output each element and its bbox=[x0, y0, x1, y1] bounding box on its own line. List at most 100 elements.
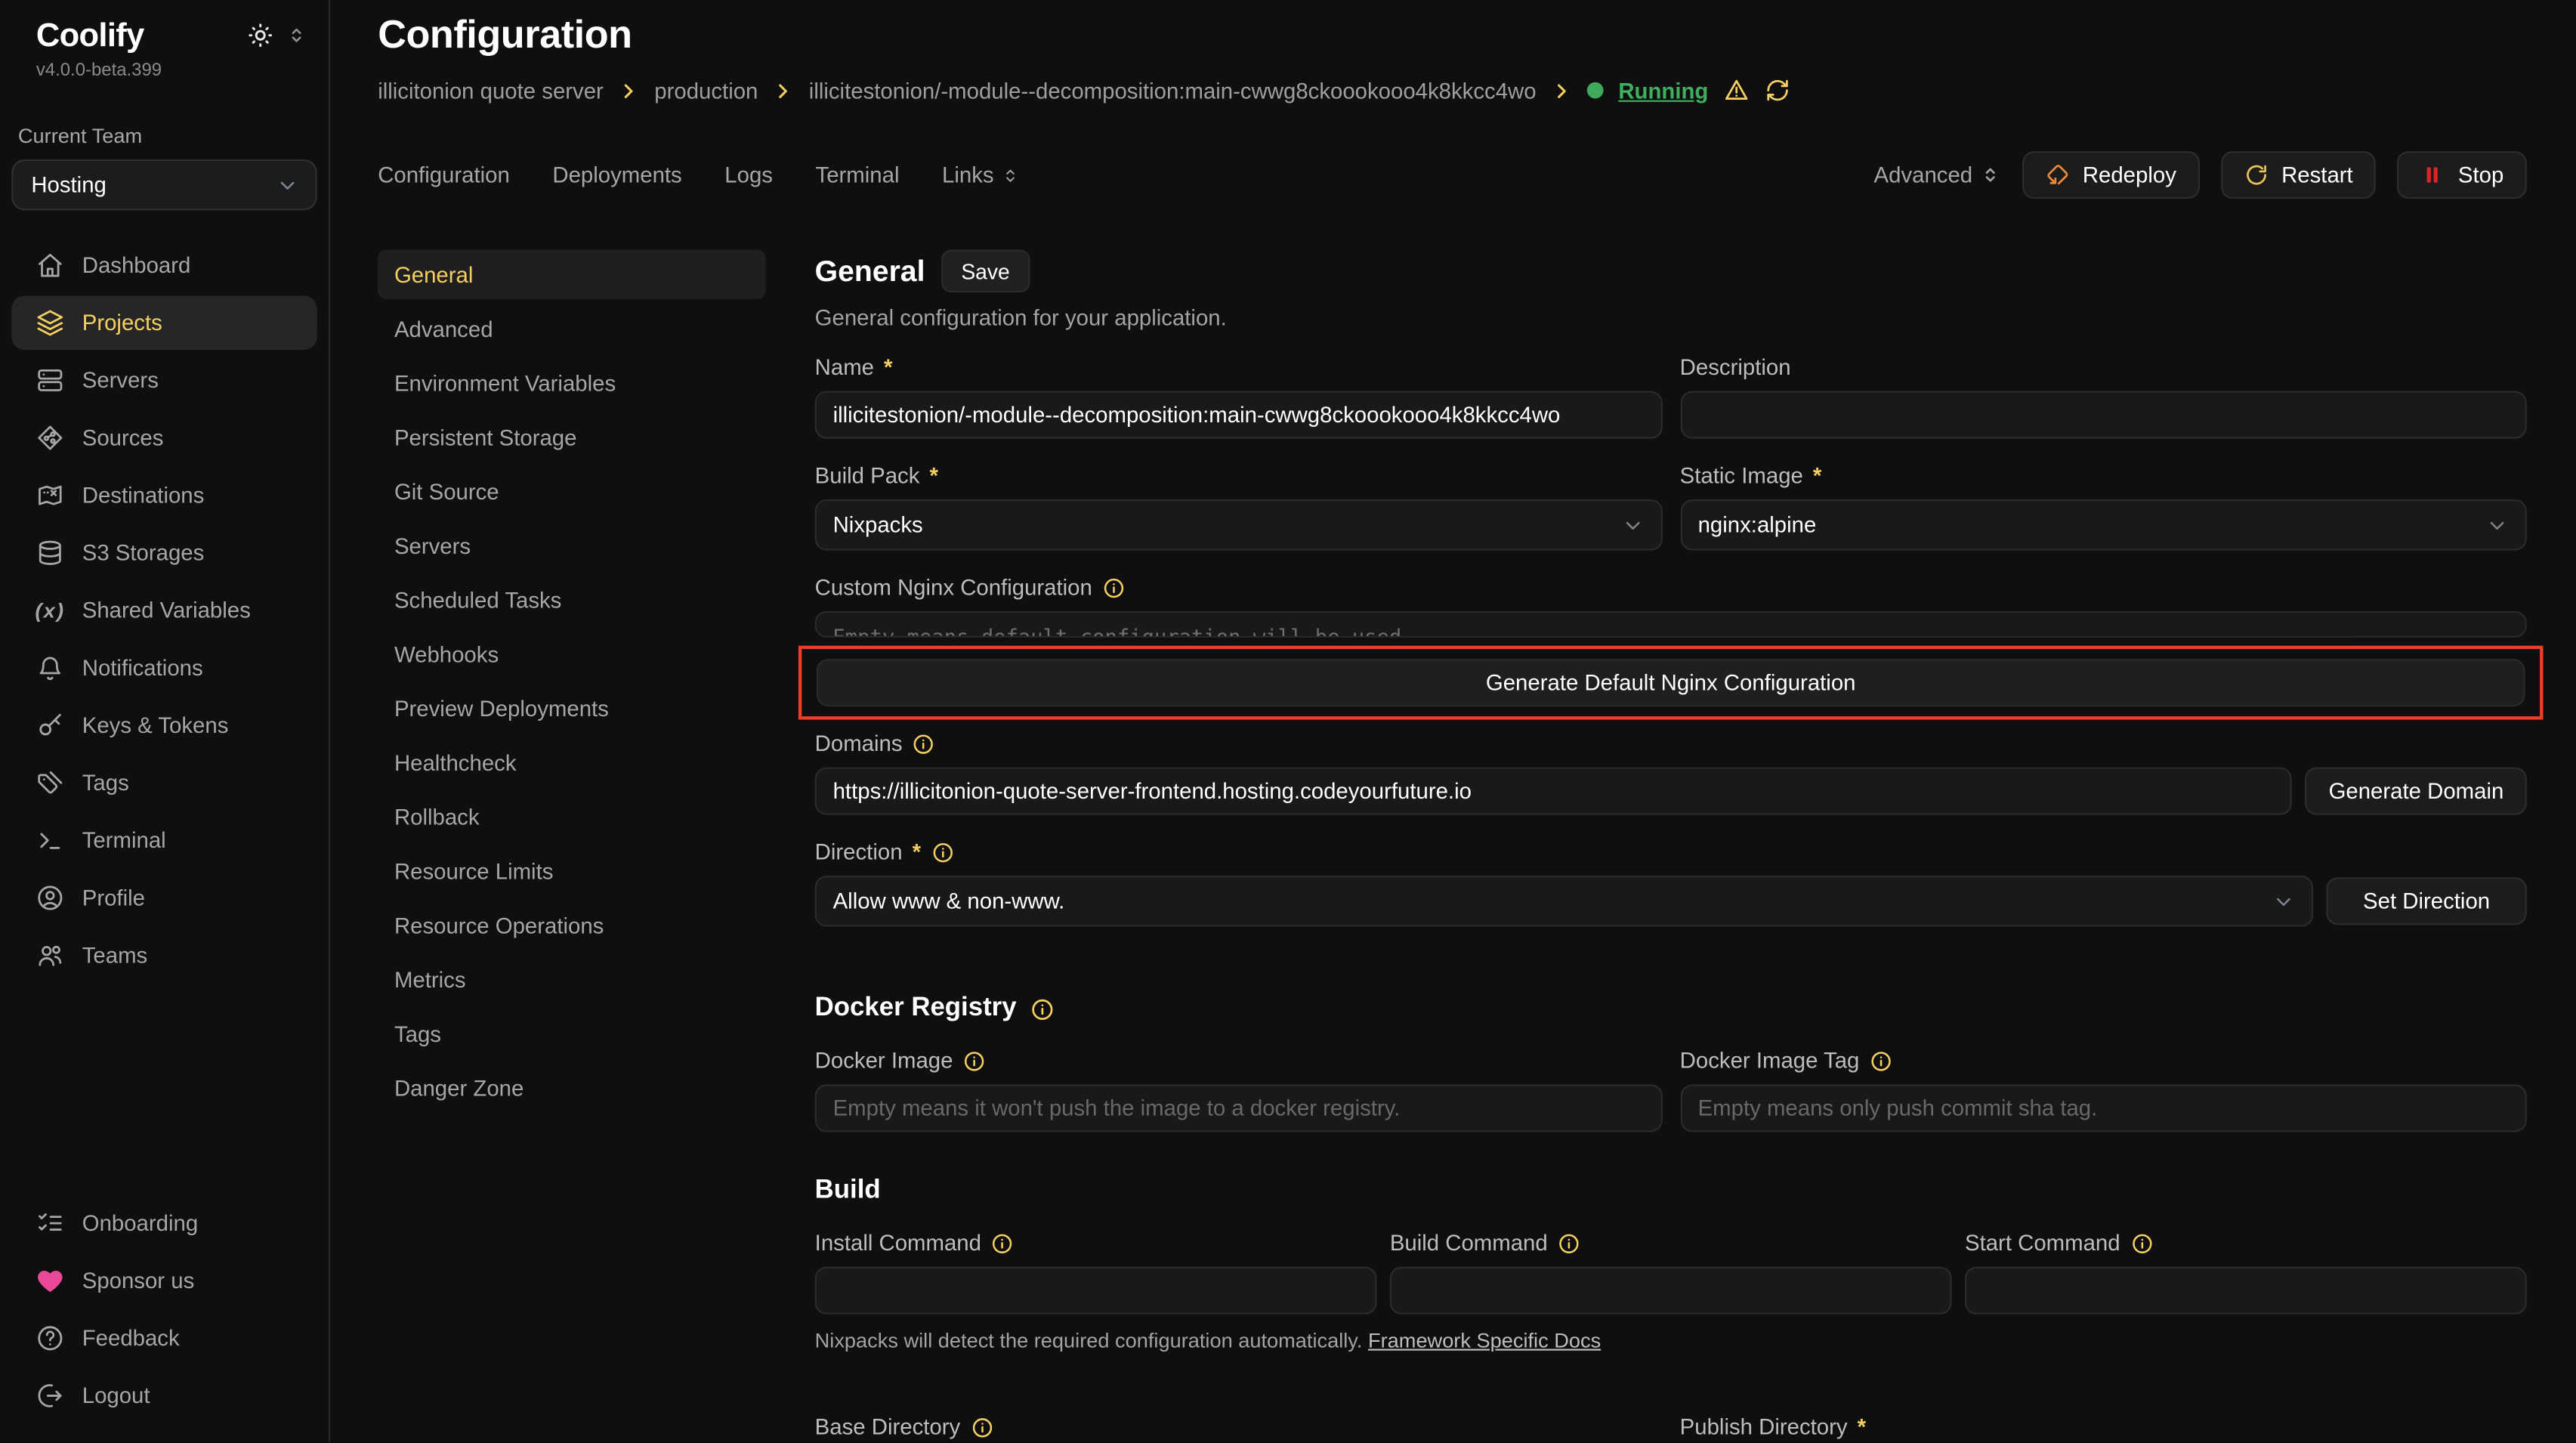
sidebar-item-logout[interactable]: Logout bbox=[11, 1369, 317, 1423]
breadcrumb-item[interactable]: production bbox=[654, 78, 758, 103]
subnav-item-resource-operations[interactable]: Resource Operations bbox=[378, 901, 765, 950]
team-select[interactable]: Hosting bbox=[11, 159, 317, 210]
database-icon bbox=[36, 539, 64, 567]
subnav-item-danger-zone[interactable]: Danger Zone bbox=[378, 1063, 765, 1112]
breadcrumb-item[interactable]: illicitonion quote server bbox=[378, 78, 604, 103]
generate-domain-button[interactable]: Generate Domain bbox=[2306, 768, 2527, 815]
install-command-input[interactable] bbox=[815, 1267, 1377, 1315]
start-command-label: Start Command bbox=[1965, 1231, 2120, 1256]
subnav-item-resource-limits[interactable]: Resource Limits bbox=[378, 846, 765, 895]
info-icon[interactable] bbox=[1030, 997, 1055, 1021]
tab-deployments[interactable]: Deployments bbox=[552, 162, 681, 187]
subnav-item-tags[interactable]: Tags bbox=[378, 1009, 765, 1058]
sidebar-item-keys-tokens[interactable]: Keys & Tokens bbox=[11, 698, 317, 752]
terminal-icon bbox=[36, 827, 64, 854]
subnav-item-healthcheck[interactable]: Healthcheck bbox=[378, 737, 765, 786]
direction-select[interactable]: Allow www & non-www. bbox=[815, 876, 2313, 926]
sidebar-item-servers[interactable]: Servers bbox=[11, 354, 317, 408]
info-icon[interactable] bbox=[970, 1416, 993, 1438]
sidebar-item-profile[interactable]: Profile bbox=[11, 871, 317, 925]
general-form: General Save General configuration for y… bbox=[815, 250, 2527, 1443]
name-input[interactable] bbox=[815, 391, 1662, 439]
subnav-item-preview-deployments[interactable]: Preview Deployments bbox=[378, 684, 765, 733]
breadcrumb-item[interactable]: illicitestonion/-module--decomposition:m… bbox=[809, 78, 1537, 103]
description-input[interactable] bbox=[1680, 391, 2527, 439]
sidebar-item-sponsor-us[interactable]: Sponsor us bbox=[11, 1253, 317, 1308]
subnav-item-metrics[interactable]: Metrics bbox=[378, 955, 765, 1004]
sidebar-item-sources[interactable]: Sources bbox=[11, 411, 317, 465]
description-label: Description bbox=[1680, 355, 1791, 380]
tab-logs[interactable]: Logs bbox=[724, 162, 773, 187]
sidebar-item-projects[interactable]: Projects bbox=[11, 295, 317, 350]
info-icon[interactable] bbox=[1869, 1049, 1892, 1072]
sidebar-item-tags[interactable]: Tags bbox=[11, 755, 317, 810]
subnav-item-environment-variables[interactable]: Environment Variables bbox=[378, 358, 765, 407]
subnav-item-git-source[interactable]: Git Source bbox=[378, 467, 765, 516]
current-team-label: Current Team bbox=[18, 125, 317, 147]
info-icon[interactable] bbox=[1558, 1231, 1580, 1254]
subnav-item-rollback[interactable]: Rollback bbox=[378, 792, 765, 841]
redeploy-button[interactable]: Redeploy bbox=[2022, 151, 2199, 199]
info-icon[interactable] bbox=[1102, 576, 1125, 598]
sidebar-item-feedback[interactable]: Feedback bbox=[11, 1311, 317, 1365]
tab-links[interactable]: Links bbox=[942, 162, 1020, 187]
build-pack-select[interactable]: Nixpacks bbox=[815, 499, 1662, 550]
static-image-select[interactable]: nginx:alpine bbox=[1680, 499, 2527, 550]
sidebar-item-onboarding[interactable]: Onboarding bbox=[11, 1196, 317, 1250]
breadcrumb-chevron-icon bbox=[618, 79, 639, 100]
info-icon[interactable] bbox=[931, 840, 953, 863]
tab-label: Logs bbox=[724, 162, 773, 187]
advanced-dropdown[interactable]: Advanced bbox=[1874, 162, 2001, 187]
redeploy-label: Redeploy bbox=[2083, 162, 2176, 187]
stop-button[interactable]: Stop bbox=[2397, 151, 2526, 199]
framework-docs-link[interactable]: Framework Specific Docs bbox=[1368, 1329, 1601, 1352]
docker-image-tag-input[interactable] bbox=[1680, 1084, 2527, 1132]
docker-image-label: Docker Image bbox=[815, 1048, 953, 1073]
refresh-status-icon[interactable] bbox=[1764, 77, 1790, 104]
subnav-item-webhooks[interactable]: Webhooks bbox=[378, 629, 765, 678]
set-direction-button[interactable]: Set Direction bbox=[2326, 877, 2526, 925]
docker-image-input[interactable] bbox=[815, 1084, 1662, 1132]
info-icon[interactable] bbox=[2130, 1231, 2153, 1254]
static-image-label: Static Image bbox=[1680, 463, 1803, 488]
subnav-item-advanced[interactable]: Advanced bbox=[378, 304, 765, 353]
chevron-down-icon bbox=[2272, 890, 2295, 913]
status-badge[interactable]: Running bbox=[1618, 78, 1708, 103]
info-icon[interactable] bbox=[963, 1049, 986, 1072]
sidebar-item-terminal[interactable]: Terminal bbox=[11, 813, 317, 867]
tab-terminal[interactable]: Terminal bbox=[816, 162, 900, 187]
sidebar-item-dashboard[interactable]: Dashboard bbox=[11, 238, 317, 292]
sidebar-item-destinations[interactable]: Destinations bbox=[11, 468, 317, 523]
sidebar-item-label: Feedback bbox=[82, 1326, 180, 1351]
subnav-item-scheduled-tasks[interactable]: Scheduled Tasks bbox=[378, 575, 765, 624]
save-button[interactable]: Save bbox=[941, 250, 1030, 293]
tab-configuration[interactable]: Configuration bbox=[378, 162, 510, 187]
docker-image-tag-label: Docker Image Tag bbox=[1680, 1048, 1860, 1073]
subnav-item-servers[interactable]: Servers bbox=[378, 521, 765, 570]
restart-icon bbox=[2244, 162, 2269, 187]
domains-input[interactable] bbox=[815, 768, 2293, 815]
restart-button[interactable]: Restart bbox=[2221, 151, 2377, 199]
domains-label: Domains bbox=[815, 731, 903, 756]
generate-nginx-button[interactable]: Generate Default Nginx Configuration bbox=[817, 659, 2525, 706]
subnav-item-persistent-storage[interactable]: Persistent Storage bbox=[378, 413, 765, 462]
info-icon[interactable] bbox=[991, 1231, 1014, 1254]
start-command-input[interactable] bbox=[1965, 1267, 2527, 1315]
custom-nginx-textarea[interactable] bbox=[815, 611, 2527, 638]
warning-icon[interactable] bbox=[1723, 77, 1750, 104]
theme-chevrons-icon[interactable] bbox=[286, 25, 307, 46]
sidebar-item-teams[interactable]: Teams bbox=[11, 929, 317, 983]
chevron-down-icon bbox=[1620, 514, 1643, 536]
nixpacks-helper-text: Nixpacks will detect the required config… bbox=[815, 1329, 1363, 1352]
build-command-input[interactable] bbox=[1390, 1267, 1952, 1315]
info-icon[interactable] bbox=[913, 732, 935, 755]
sidebar-item-label: Onboarding bbox=[82, 1211, 198, 1236]
subnav-item-general[interactable]: General bbox=[378, 250, 765, 299]
sidebar-item-notifications[interactable]: Notifications bbox=[11, 641, 317, 695]
theme-sun-icon[interactable] bbox=[246, 21, 274, 49]
sidebar-item-label: Tags bbox=[82, 771, 129, 796]
sidebar-item-label: Destinations bbox=[82, 483, 205, 508]
sidebar-item-s3-storages[interactable]: S3 Storages bbox=[11, 526, 317, 580]
section-title: General bbox=[815, 254, 925, 289]
sidebar-item-shared-variables[interactable]: (x)Shared Variables bbox=[11, 583, 317, 638]
